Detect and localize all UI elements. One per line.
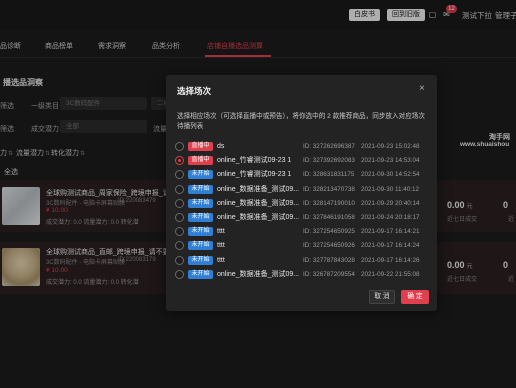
session-status-tag: 未开始: [188, 255, 213, 265]
session-id: ID: 326787209554: [303, 270, 355, 278]
session-name: ds: [217, 143, 225, 150]
session-status-tag: 未开始: [188, 227, 213, 237]
page: 白皮书 回到旧版 ▢ ✉ 12 测试下拉 管理子号 品诊断 商品榜单 需求洞察 …: [0, 0, 516, 388]
session-radio[interactable]: [175, 269, 184, 279]
session-id: ID: 327846191058: [303, 214, 355, 221]
cancel-button[interactable]: 取 消: [369, 290, 395, 304]
session-time: 2021-09-17 16:14:24: [361, 242, 420, 250]
session-row[interactable]: 未开始 online_数据准备_测试09... ID: 327846191058 20…: [175, 212, 431, 223]
session-name: online_数据准备_测试09...: [217, 214, 300, 221]
session-name: online_数据准备_测试09...: [217, 270, 300, 278]
session-name: online_竹睿测试09-23 1: [217, 171, 292, 179]
session-name: online_竹睿测试09-23 1: [217, 157, 292, 165]
session-name: tttt: [217, 256, 225, 264]
session-id: ID: 327262696387: [303, 143, 355, 150]
session-status-tag: 未开始: [188, 269, 213, 279]
session-time: 2021-09-17 16:14:21: [361, 228, 420, 236]
session-radio[interactable]: [175, 227, 184, 237]
session-time: 2021-09-30 14:52:54: [361, 171, 420, 179]
session-radio[interactable]: [175, 142, 184, 151]
session-name: tttt: [217, 242, 225, 250]
session-id: ID: 328213470738: [303, 185, 355, 193]
modal-title: 选择场次: [177, 86, 212, 96]
session-radio[interactable]: [175, 198, 184, 208]
session-row[interactable]: 未开始 online_数据准备_测试09... ID: 328213470738 20…: [175, 184, 431, 195]
session-radio[interactable]: [175, 241, 184, 251]
session-id: ID: 327392692083: [303, 157, 355, 165]
session-radio[interactable]: [175, 156, 184, 166]
session-status-tag: 未开始: [188, 170, 213, 180]
session-row[interactable]: 未开始 tttt ID: 327254650926 2021-09-17 16:14:…: [175, 240, 431, 251]
session-time: 2021-09-24 20:18:17: [361, 214, 420, 221]
session-id: ID: 328631831175: [303, 171, 355, 179]
session-time: 2021-09-30 11:40:12: [361, 185, 420, 193]
session-status-tag: 未开始: [188, 241, 213, 251]
session-row[interactable]: 未开始 online_竹睿测试09-23 1 ID: 328631831175 202…: [175, 169, 431, 180]
session-id: ID: 327787843028: [303, 256, 355, 264]
session-name: online_数据准备_测试09...: [217, 185, 300, 193]
session-id: ID: 327254650925: [303, 228, 355, 236]
session-time: 2021-09-22 21:55:08: [361, 270, 420, 278]
session-row[interactable]: 未开始 tttt ID: 327254650925 2021-09-17 16:14:…: [175, 226, 431, 237]
session-name: online_数据准备_测试09...: [217, 199, 300, 207]
confirm-button[interactable]: 确 定: [401, 290, 429, 304]
session-status-tag: 直播中: [188, 156, 213, 166]
session-id: ID: 328147190010: [303, 199, 355, 207]
close-icon[interactable]: ×: [419, 84, 425, 94]
session-status-tag: 直播中: [188, 142, 213, 151]
session-time: 2021-09-23 14:53:04: [361, 157, 420, 165]
session-status-tag: 未开始: [188, 213, 213, 222]
session-status-tag: 未开始: [188, 198, 213, 208]
select-session-modal: 选择场次 × 选择相应场次（可选择直播中或预告），将你选中的 2 款推荐商品，同…: [166, 75, 437, 311]
modal-description: 选择相应场次（可选择直播中或预告），将你选中的 2 款推荐商品，同步放入对应场次…: [177, 113, 425, 130]
session-row[interactable]: 未开始 tttt ID: 327787843028 2021-09-17 16:14:…: [175, 255, 431, 266]
session-time: 2021-09-29 20:40:14: [361, 199, 420, 207]
session-row[interactable]: 未开始 online_数据准备_测试09... ID: 328147190010 20…: [175, 198, 431, 209]
session-row[interactable]: 直播中 ds ID: 327262696387 2021-09-23 15:02:48: [175, 141, 431, 152]
session-row[interactable]: 直播中 online_竹睿测试09-23 1 ID: 327392692083 202…: [175, 155, 431, 166]
session-name: tttt: [217, 228, 225, 236]
session-radio[interactable]: [175, 213, 184, 222]
session-time: 2021-09-23 15:02:48: [361, 143, 420, 150]
session-time: 2021-09-17 16:14:26: [361, 256, 420, 264]
session-radio[interactable]: [175, 184, 184, 194]
session-radio[interactable]: [175, 170, 184, 180]
session-id: ID: 327254650926: [303, 242, 355, 250]
session-radio[interactable]: [175, 255, 184, 265]
session-status-tag: 未开始: [188, 184, 213, 194]
session-row[interactable]: 未开始 online_数据准备_测试09... ID: 326787209554 20…: [175, 269, 431, 280]
